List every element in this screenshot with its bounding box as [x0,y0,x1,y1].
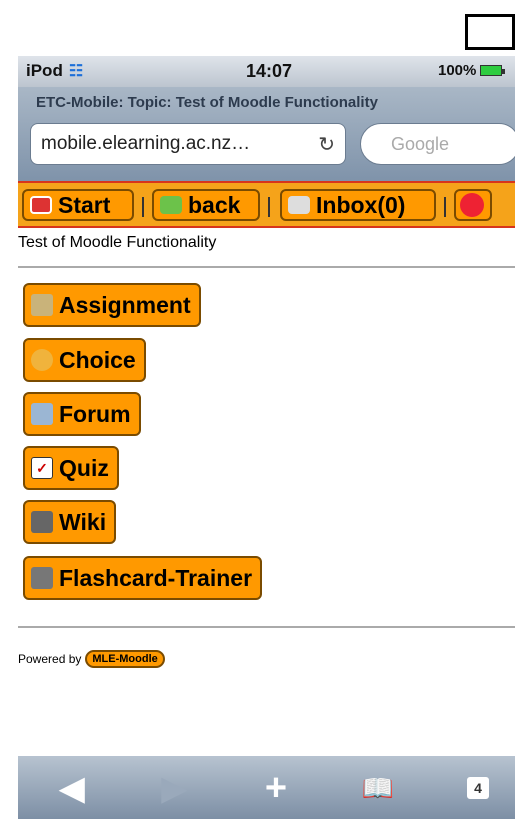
url-text: mobile.elearning.ac.nz… [41,133,251,154]
home-icon [30,196,52,214]
browser-toolbar: ◀ ▶ + 📖 4 [18,756,515,819]
flashcard-icon [31,567,53,589]
nav-bar: Start back Inbox(0) [18,181,515,228]
module-label: Forum [59,400,131,427]
module-label: Flashcard-Trainer [59,564,253,591]
module-label: Quiz [59,454,109,481]
browser-chrome: ETC-Mobile: Topic: Test of Moodle Functi… [18,87,515,181]
clock: 14:07 [246,61,293,81]
nav-separator [142,197,144,217]
logout-button[interactable] [454,189,492,221]
corner-box [465,14,515,50]
module-choice-button[interactable]: Choice [23,338,146,382]
battery-icon [480,65,506,76]
reload-icon[interactable]: ↻ [318,132,335,157]
power-icon [460,193,484,217]
start-button[interactable]: Start [22,189,134,221]
tabs-button[interactable]: 4 [458,770,498,806]
back-button[interactable]: back [152,189,260,221]
add-bookmark-button[interactable]: + [256,767,296,809]
divider [18,266,515,268]
forward-nav-button[interactable]: ▶ [154,770,194,806]
module-label: Choice [59,346,136,373]
battery-percent: 100% [438,62,477,79]
module-forum-button[interactable]: Forum [23,392,141,436]
carrier-label: iPod [26,61,63,80]
inbox-label: Inbox(0) [316,191,406,218]
nav-separator [444,197,446,217]
choice-icon [31,349,53,371]
divider [18,626,515,628]
tabs-icon: 4 [467,777,489,799]
inbox-button[interactable]: Inbox(0) [280,189,436,221]
forum-icon [31,403,53,425]
module-label: Wiki [59,508,107,535]
wifi-icon: ☷ [68,63,84,80]
bookmarks-button[interactable]: 📖 [358,770,398,806]
back-nav-button[interactable]: ◀ [52,770,92,806]
url-field[interactable]: mobile.elearning.ac.nz… ↻ [30,123,346,165]
back-arrow-icon [160,196,182,214]
module-flashcard-trainer-button[interactable]: Flashcard-Trainer [23,556,263,600]
quiz-icon: ✓ [31,457,53,479]
section-title: Test of Moodle Functionality [18,234,217,251]
search-placeholder: Google [391,133,450,154]
footer: Powered by MLE-Moodle [18,650,165,668]
inbox-icon [288,196,310,214]
module-assignment-button[interactable]: Assignment [23,283,201,327]
module-quiz-button[interactable]: ✓ Quiz [23,446,119,490]
mle-moodle-link[interactable]: MLE-Moodle [85,650,165,668]
page-title: ETC-Mobile: Topic: Test of Moodle Functi… [36,94,378,111]
search-input[interactable]: Google [360,123,515,165]
back-label: back [188,191,241,218]
module-label: Assignment [59,291,191,318]
assignment-icon [31,294,53,316]
powered-by-text: Powered by [18,652,82,666]
status-bar: iPod ☷ 14:07 100% [18,56,515,87]
nav-separator [268,197,270,217]
module-wiki-button[interactable]: Wiki [23,500,117,544]
wiki-icon [31,511,53,533]
start-label: Start [58,191,111,218]
